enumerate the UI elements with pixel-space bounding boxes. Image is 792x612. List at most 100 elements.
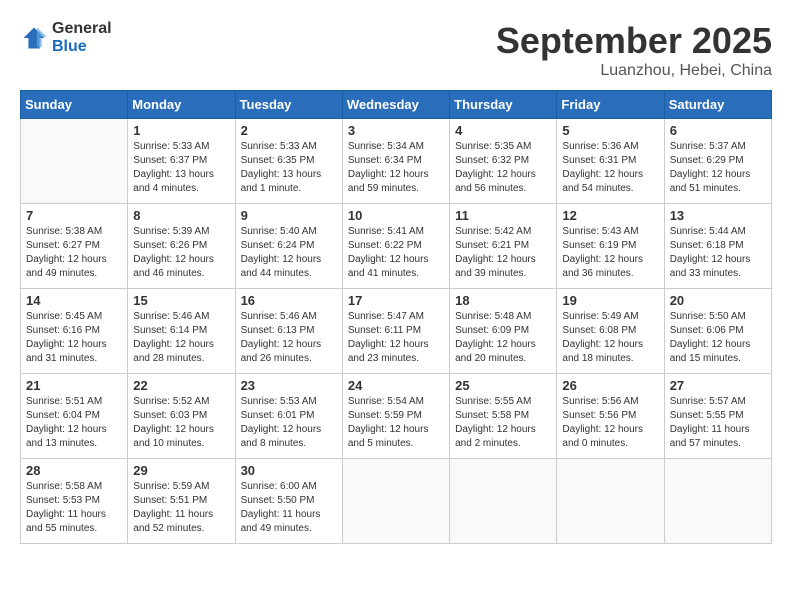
calendar-cell: 16 Sunrise: 5:46 AM Sunset: 6:13 PM Dayli… [235,289,342,374]
calendar-cell: 8 Sunrise: 5:39 AM Sunset: 6:26 PM Daylig… [128,204,235,289]
day-number: 16 [241,293,337,308]
day-number: 25 [455,378,551,393]
day-info: Sunrise: 5:41 AM Sunset: 6:22 PM Dayligh… [348,225,444,281]
day-number: 14 [26,293,122,308]
day-number: 29 [133,463,229,478]
day-info: Sunrise: 5:44 AM Sunset: 6:18 PM Dayligh… [670,225,766,281]
calendar-cell: 7Sunrise: 5:38 AM Sunset: 6:27 PM Daylig… [21,204,128,289]
day-number: 18 [455,293,551,308]
calendar-cell: 29Sunrise: 5:59 AM Sunset: 5:51 PM Dayli… [128,459,235,544]
day-number: 19 [562,293,658,308]
day-number: 22 [133,378,229,393]
day-info: Sunrise: 5:53 AM Sunset: 6:01 PM Dayligh… [241,395,337,451]
day-info: Sunrise: 5:50 AM Sunset: 6:06 PM Dayligh… [670,310,766,366]
calendar-cell: 24Sunrise: 5:54 AM Sunset: 5:59 PM Dayli… [342,374,449,459]
calendar-cell [342,459,449,544]
day-number: 21 [26,378,122,393]
calendar-cell [557,459,664,544]
calendar-cell: 12 Sunrise: 5:43 AM Sunset: 6:19 PM Dayli… [557,204,664,289]
calendar-cell: 3 Sunrise: 5:34 AM Sunset: 6:34 PM Daylig… [342,119,449,204]
day-header-wednesday: Wednesday [342,91,449,119]
day-info: Sunrise: 5:38 AM Sunset: 6:27 PM Dayligh… [26,225,122,281]
calendar-body: 1Sunrise: 5:33 AM Sunset: 6:37 PM Daylig… [21,119,772,544]
day-info: Sunrise: 5:42 AM Sunset: 6:21 PM Dayligh… [455,225,551,281]
calendar-cell: 15 Sunrise: 5:46 AM Sunset: 6:14 PM Dayli… [128,289,235,374]
day-number: 8 [133,208,229,223]
calendar-cell: 5Sunrise: 5:36 AM Sunset: 6:31 PM Daylig… [557,119,664,204]
calendar-cell: 2 Sunrise: 5:33 AM Sunset: 6:35 PM Daylig… [235,119,342,204]
calendar-header-row: SundayMondayTuesdayWednesdayThursdayFrid… [21,91,772,119]
calendar-cell: 6Sunrise: 5:37 AM Sunset: 6:29 PM Daylig… [664,119,771,204]
calendar-cell: 10 Sunrise: 5:41 AM Sunset: 6:22 PM Dayli… [342,204,449,289]
calendar-cell: 27 Sunrise: 5:57 AM Sunset: 5:55 PM Dayli… [664,374,771,459]
day-info: Sunrise: 5:35 AM Sunset: 6:32 PM Dayligh… [455,140,551,196]
calendar-cell: 20 Sunrise: 5:50 AM Sunset: 6:06 PM Dayli… [664,289,771,374]
calendar-cell: 4 Sunrise: 5:35 AM Sunset: 6:32 PM Daylig… [450,119,557,204]
day-info: Sunrise: 5:48 AM Sunset: 6:09 PM Dayligh… [455,310,551,366]
calendar-cell [21,119,128,204]
day-number: 20 [670,293,766,308]
calendar-cell: 21 Sunrise: 5:51 AM Sunset: 6:04 PM Dayli… [21,374,128,459]
day-info: Sunrise: 5:40 AM Sunset: 6:24 PM Dayligh… [241,225,337,281]
calendar-cell [450,459,557,544]
day-info: Sunrise: 5:58 AM Sunset: 5:53 PM Dayligh… [26,480,122,536]
day-info: Sunrise: 5:45 AM Sunset: 6:16 PM Dayligh… [26,310,122,366]
day-header-monday: Monday [128,91,235,119]
logo-blue: Blue [52,38,112,56]
day-number: 6 [670,123,766,138]
logo-text: General Blue [52,20,112,55]
logo-icon [20,24,48,52]
day-header-saturday: Saturday [664,91,771,119]
day-number: 9 [241,208,337,223]
page-header: General Blue September 2025 Luanzhou, He… [20,20,772,80]
calendar-table: SundayMondayTuesdayWednesdayThursdayFrid… [20,90,772,544]
calendar-cell: 26Sunrise: 5:56 AM Sunset: 5:56 PM Dayli… [557,374,664,459]
day-number: 13 [670,208,766,223]
week-row-3: 14 Sunrise: 5:45 AM Sunset: 6:16 PM Dayli… [21,289,772,374]
calendar-cell: 14 Sunrise: 5:45 AM Sunset: 6:16 PM Dayli… [21,289,128,374]
day-number: 10 [348,208,444,223]
day-info: Sunrise: 5:54 AM Sunset: 5:59 PM Dayligh… [348,395,444,451]
calendar-cell: 13 Sunrise: 5:44 AM Sunset: 6:18 PM Dayli… [664,204,771,289]
calendar-cell: 18 Sunrise: 5:48 AM Sunset: 6:09 PM Dayli… [450,289,557,374]
day-number: 28 [26,463,122,478]
week-row-1: 1Sunrise: 5:33 AM Sunset: 6:37 PM Daylig… [21,119,772,204]
day-number: 4 [455,123,551,138]
day-info: Sunrise: 5:34 AM Sunset: 6:34 PM Dayligh… [348,140,444,196]
calendar-cell: 11Sunrise: 5:42 AM Sunset: 6:21 PM Dayli… [450,204,557,289]
day-info: Sunrise: 5:39 AM Sunset: 6:26 PM Dayligh… [133,225,229,281]
day-number: 27 [670,378,766,393]
day-info: Sunrise: 5:33 AM Sunset: 6:35 PM Dayligh… [241,140,337,196]
calendar-cell: 25 Sunrise: 5:55 AM Sunset: 5:58 PM Dayli… [450,374,557,459]
day-number: 12 [562,208,658,223]
week-row-4: 21 Sunrise: 5:51 AM Sunset: 6:04 PM Dayli… [21,374,772,459]
day-number: 3 [348,123,444,138]
day-number: 30 [241,463,337,478]
day-info: Sunrise: 5:46 AM Sunset: 6:13 PM Dayligh… [241,310,337,366]
calendar-cell: 19 Sunrise: 5:49 AM Sunset: 6:08 PM Dayli… [557,289,664,374]
week-row-5: 28 Sunrise: 5:58 AM Sunset: 5:53 PM Dayli… [21,459,772,544]
day-number: 15 [133,293,229,308]
calendar-subtitle: Luanzhou, Hebei, China [496,62,772,80]
day-number: 2 [241,123,337,138]
day-header-thursday: Thursday [450,91,557,119]
calendar-cell: 17Sunrise: 5:47 AM Sunset: 6:11 PM Dayli… [342,289,449,374]
day-info: Sunrise: 5:49 AM Sunset: 6:08 PM Dayligh… [562,310,658,366]
logo: General Blue [20,20,112,55]
calendar-cell [664,459,771,544]
calendar-cell: 22 Sunrise: 5:52 AM Sunset: 6:03 PM Dayli… [128,374,235,459]
calendar-cell: 1Sunrise: 5:33 AM Sunset: 6:37 PM Daylig… [128,119,235,204]
day-info: Sunrise: 5:46 AM Sunset: 6:14 PM Dayligh… [133,310,229,366]
day-info: Sunrise: 5:55 AM Sunset: 5:58 PM Dayligh… [455,395,551,451]
week-row-2: 7Sunrise: 5:38 AM Sunset: 6:27 PM Daylig… [21,204,772,289]
day-info: Sunrise: 5:51 AM Sunset: 6:04 PM Dayligh… [26,395,122,451]
day-info: Sunrise: 5:47 AM Sunset: 6:11 PM Dayligh… [348,310,444,366]
day-info: Sunrise: 5:52 AM Sunset: 6:03 PM Dayligh… [133,395,229,451]
day-info: Sunrise: 5:43 AM Sunset: 6:19 PM Dayligh… [562,225,658,281]
day-info: Sunrise: 5:57 AM Sunset: 5:55 PM Dayligh… [670,395,766,451]
day-info: Sunrise: 6:00 AM Sunset: 5:50 PM Dayligh… [241,480,337,536]
day-number: 1 [133,123,229,138]
calendar-cell: 9 Sunrise: 5:40 AM Sunset: 6:24 PM Daylig… [235,204,342,289]
day-number: 23 [241,378,337,393]
day-info: Sunrise: 5:56 AM Sunset: 5:56 PM Dayligh… [562,395,658,451]
